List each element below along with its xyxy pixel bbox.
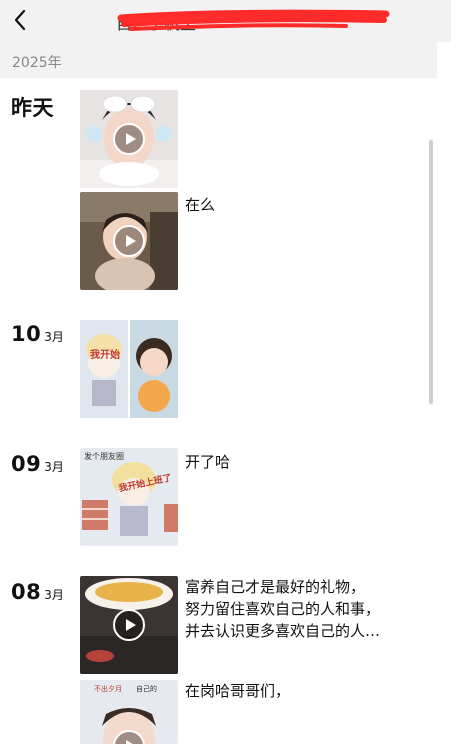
post-caption: 开了哈: [185, 453, 231, 471]
date-label: 09 3月: [11, 452, 64, 476]
sticker-collage: [80, 320, 178, 418]
date-label: 08 3月: [11, 580, 64, 604]
redaction-scribble: [117, 9, 390, 31]
sticker-image: [80, 448, 178, 546]
sticker-text: 我开始: [90, 350, 120, 361]
year-label: 2025年: [12, 55, 62, 71]
play-icon: [113, 123, 145, 155]
sticker-text: 发个朋友圈: [84, 452, 124, 461]
scrollbar[interactable]: [429, 140, 433, 404]
image-thumbnail[interactable]: 发个朋友圈 我开始上班了: [80, 448, 178, 546]
video-thumbnail[interactable]: [80, 576, 178, 674]
play-icon: [113, 225, 145, 257]
top-bar: 自己手机里: [0, 0, 451, 42]
image-grid-thumbnail[interactable]: 我开始: [80, 320, 178, 418]
back-button[interactable]: [6, 6, 34, 34]
overlay-text: 不出夕月: [94, 685, 122, 693]
post-caption: 在岗哈哥哥们，: [185, 682, 291, 700]
play-icon: [113, 609, 145, 641]
video-thumbnail[interactable]: 不出夕月 自己的: [80, 680, 178, 744]
date-label-yesterday: 昨天: [11, 96, 54, 120]
page-title: 自己手机里: [116, 8, 391, 34]
year-section-header: 2025年: [0, 42, 437, 78]
overlay-text: 自己的: [136, 685, 157, 693]
video-thumbnail[interactable]: [80, 192, 178, 290]
date-label: 10 3月: [11, 322, 64, 346]
video-thumbnail[interactable]: [80, 90, 178, 188]
post-caption: 在么: [185, 196, 216, 214]
chevron-left-icon: [14, 9, 26, 31]
post-caption: 富养自己才是最好的礼物， 努力留住喜欢自己的人和事， 并去认识更多喜欢自己的人…: [185, 578, 381, 640]
